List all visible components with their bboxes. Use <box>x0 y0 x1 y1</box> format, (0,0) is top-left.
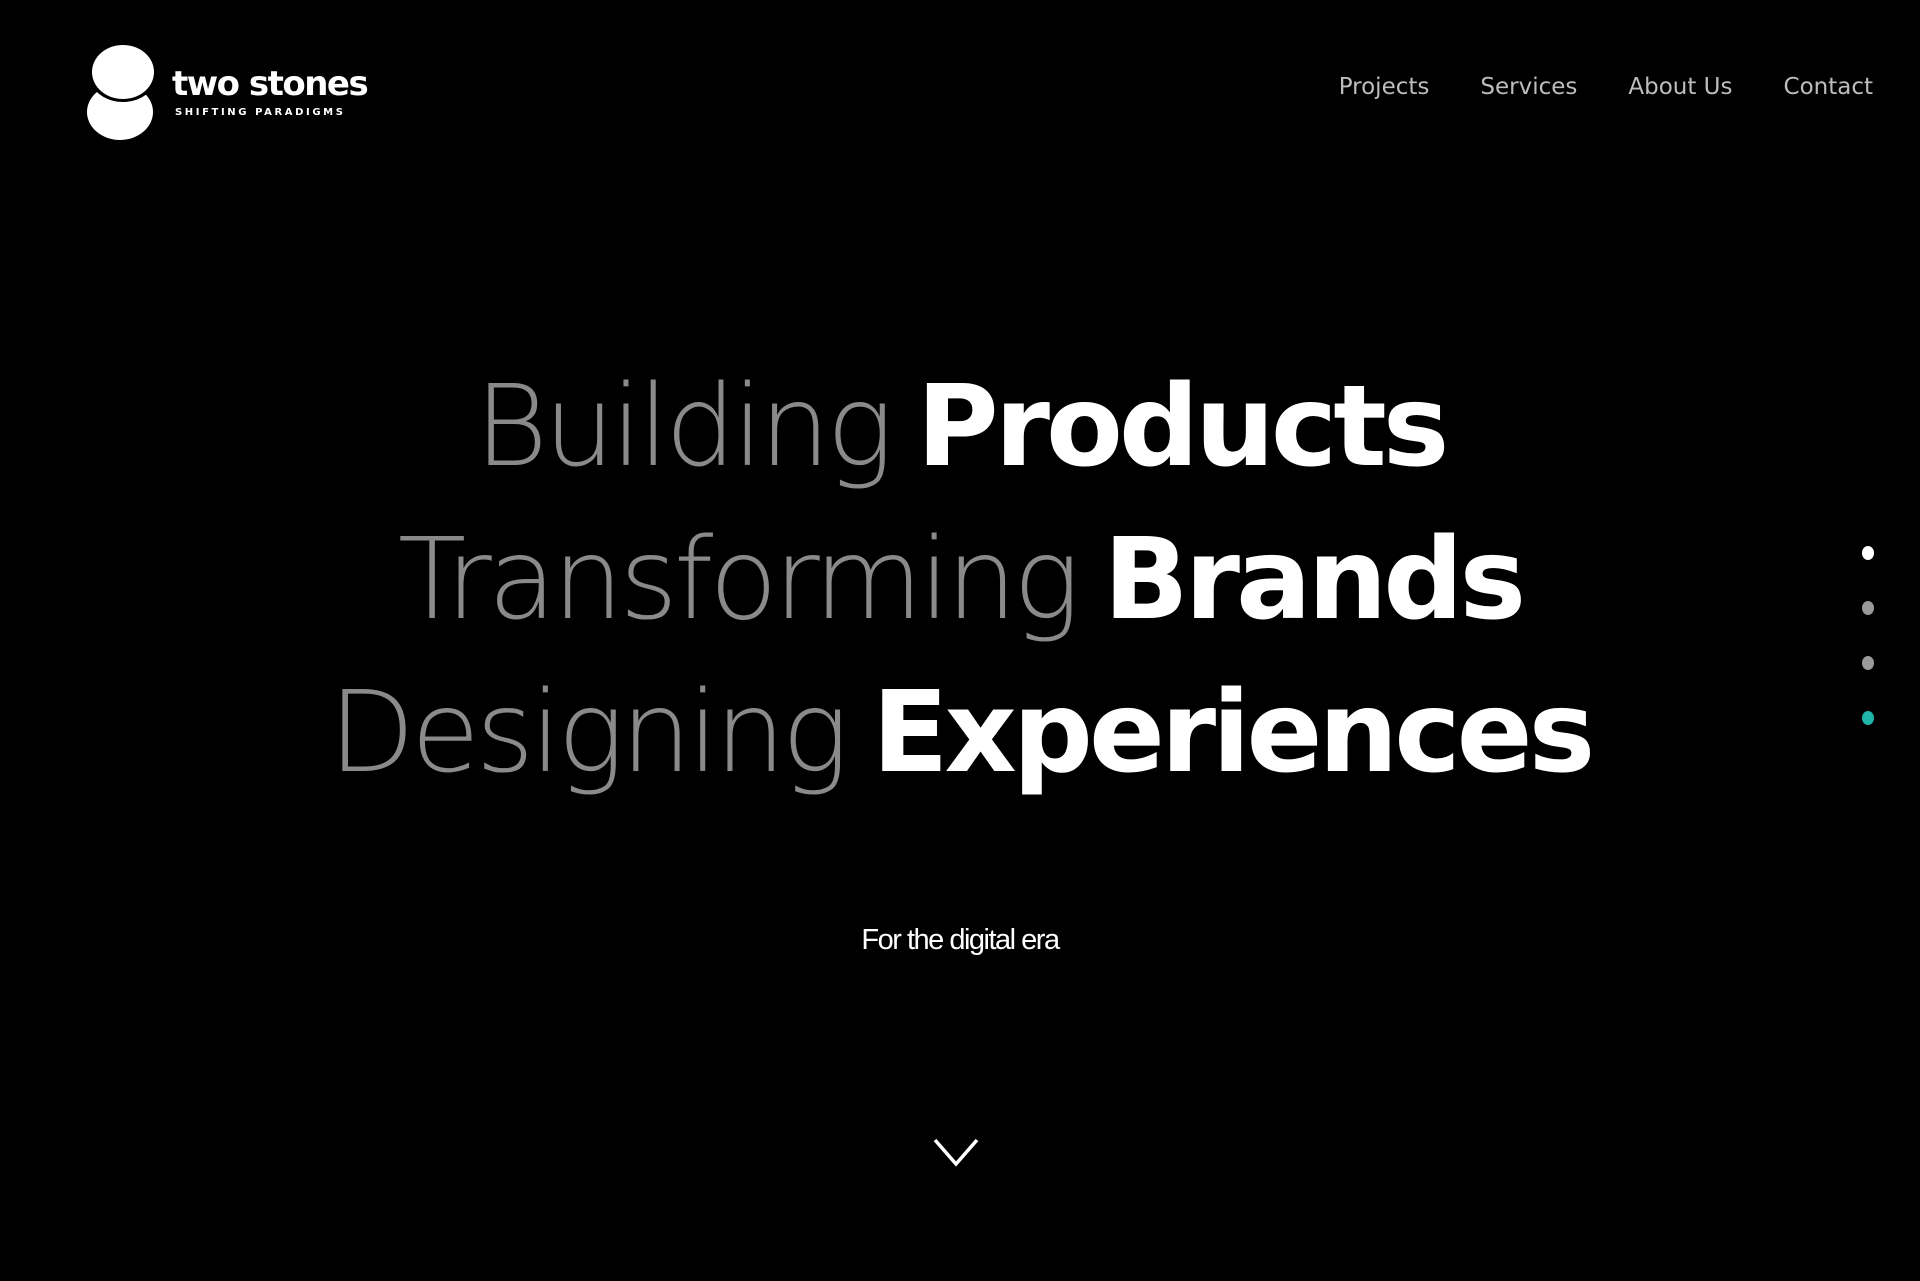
chevron-down-icon[interactable] <box>931 1132 981 1172</box>
page: two stones SHIFTING PARADIGMS Projects S… <box>0 0 1920 1281</box>
brand-tagline: SHIFTING PARADIGMS <box>175 106 346 118</box>
hero-line-3-bold: Experiences <box>872 668 1595 798</box>
hero-subtitle: For the digital era <box>861 924 1060 956</box>
hero-line-2-light: Transforming <box>397 515 1080 645</box>
hero-line-2: Transforming Brands <box>0 503 1920 656</box>
logo-stones-icon <box>87 42 158 140</box>
section-pagination <box>1862 546 1874 725</box>
nav-projects[interactable]: Projects <box>1339 74 1430 100</box>
pagination-dot-4-active[interactable] <box>1862 711 1874 725</box>
pagination-dot-3[interactable] <box>1862 656 1874 670</box>
brand-name: two stones <box>172 63 369 104</box>
hero-line-3: Designing Experiences <box>0 656 1920 809</box>
hero-line-2-bold: Brands <box>1103 515 1526 645</box>
logo[interactable]: two stones SHIFTING PARADIGMS <box>86 42 369 142</box>
logo-text: two stones SHIFTING PARADIGMS <box>172 63 369 118</box>
nav-contact[interactable]: Contact <box>1784 74 1873 100</box>
hero-headline: Building Products Transforming Brands De… <box>0 350 1920 809</box>
nav-about-us[interactable]: About Us <box>1628 74 1732 100</box>
hero-line-3-light: Designing <box>328 668 849 798</box>
main-nav: Projects Services About Us Contact <box>1339 74 1873 100</box>
pagination-dot-1[interactable] <box>1862 546 1874 560</box>
hero-line-1-bold: Products <box>916 362 1450 492</box>
pagination-dot-2[interactable] <box>1862 601 1874 615</box>
nav-services[interactable]: Services <box>1480 74 1577 100</box>
hero-line-1-light: Building <box>474 362 894 492</box>
hero-line-1: Building Products <box>0 350 1920 503</box>
